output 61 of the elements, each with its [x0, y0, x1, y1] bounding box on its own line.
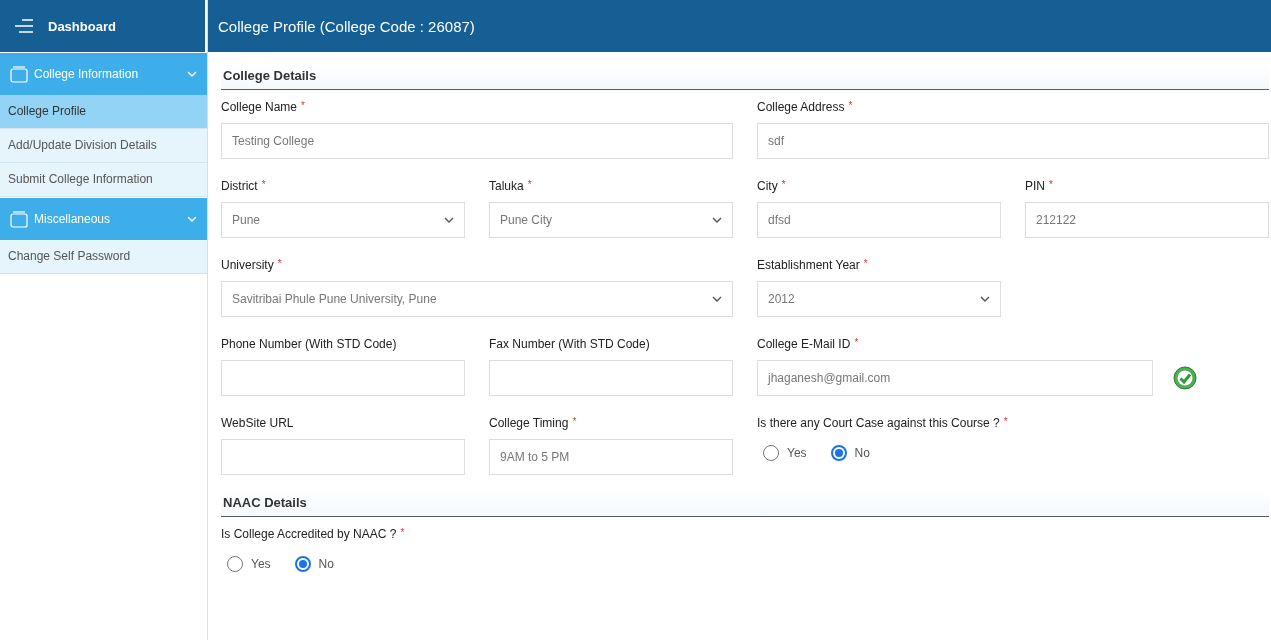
field-label: Establishment Year [757, 258, 860, 272]
sidebar-item[interactable]: Add/Update Division Details [0, 129, 207, 163]
required-mark: * [781, 179, 786, 190]
input-field[interactable] [221, 439, 465, 475]
field-label: PIN [1025, 179, 1045, 193]
sidebar-group[interactable]: Miscellaneous [0, 198, 207, 240]
chevron-icon [980, 296, 990, 302]
input-field[interactable]: 212122 [1025, 202, 1269, 238]
required-mark: * [261, 179, 266, 190]
menu-icon[interactable] [14, 19, 34, 33]
required-mark: * [527, 179, 532, 190]
required-mark: * [572, 416, 577, 427]
input-field[interactable] [221, 360, 465, 396]
select-field[interactable]: Pune [221, 202, 465, 238]
sidebar-item[interactable]: College Profile [0, 95, 207, 129]
required-mark: * [1003, 416, 1008, 427]
chevron-icon [444, 217, 454, 223]
chevron-icon [712, 217, 722, 223]
input-field[interactable]: sdf [757, 123, 1269, 159]
field-label: College Address [757, 100, 845, 114]
field-label: Taluka [489, 179, 524, 193]
radio-option[interactable]: Yes [227, 556, 271, 572]
required-mark: * [854, 337, 859, 348]
required-mark: * [277, 258, 282, 269]
sidebar-item[interactable]: Submit College Information [0, 163, 207, 197]
required-mark: * [1049, 179, 1053, 190]
input-field[interactable]: dfsd [757, 202, 1001, 238]
field-label: Phone Number (With STD Code) [221, 337, 397, 351]
field-label: District [221, 179, 258, 193]
input-field[interactable] [489, 360, 733, 396]
field-label: College Timing [489, 416, 569, 430]
field-label: Is College Accredited by NAAC ? [221, 527, 397, 541]
input-field[interactable]: 9AM to 5 PM [489, 439, 733, 475]
select-field[interactable]: Pune City [489, 202, 733, 238]
field-label: WebSite URL [221, 416, 294, 430]
input-field[interactable]: Testing College [221, 123, 733, 159]
field-label: University [221, 258, 274, 272]
sidebar-item[interactable]: Change Self Password [0, 240, 207, 274]
select-field[interactable]: 2012 [757, 281, 1001, 317]
folder-icon [10, 210, 28, 228]
select-field[interactable]: Savitribai Phule Pune University, Pune [221, 281, 733, 317]
radio-option[interactable]: No [294, 556, 334, 572]
chevron-icon [712, 296, 722, 302]
required-mark: * [301, 100, 305, 111]
required-mark: * [863, 258, 868, 269]
chevron-down-icon [187, 71, 197, 77]
input-field[interactable]: jhaganesh@gmail.com [757, 360, 1153, 396]
page-title: College Profile (College Code : 26087) [218, 17, 475, 35]
radio-option[interactable]: Yes [763, 445, 807, 461]
radio-option[interactable]: No [830, 445, 870, 461]
sidebar-group[interactable]: College Information [0, 53, 207, 95]
folder-icon [10, 65, 28, 83]
sidebar-title: Dashboard [48, 18, 116, 34]
chevron-down-icon [187, 216, 197, 222]
field-label: City [757, 179, 778, 193]
field-label: College Name [221, 100, 298, 114]
required-mark: * [848, 100, 853, 111]
field-label: Is there any Court Case against this Course ? [757, 416, 1000, 430]
field-label: College E-Mail ID [757, 337, 851, 351]
field-label: Fax Number (With STD Code) [489, 337, 650, 351]
required-mark: * [400, 527, 405, 538]
